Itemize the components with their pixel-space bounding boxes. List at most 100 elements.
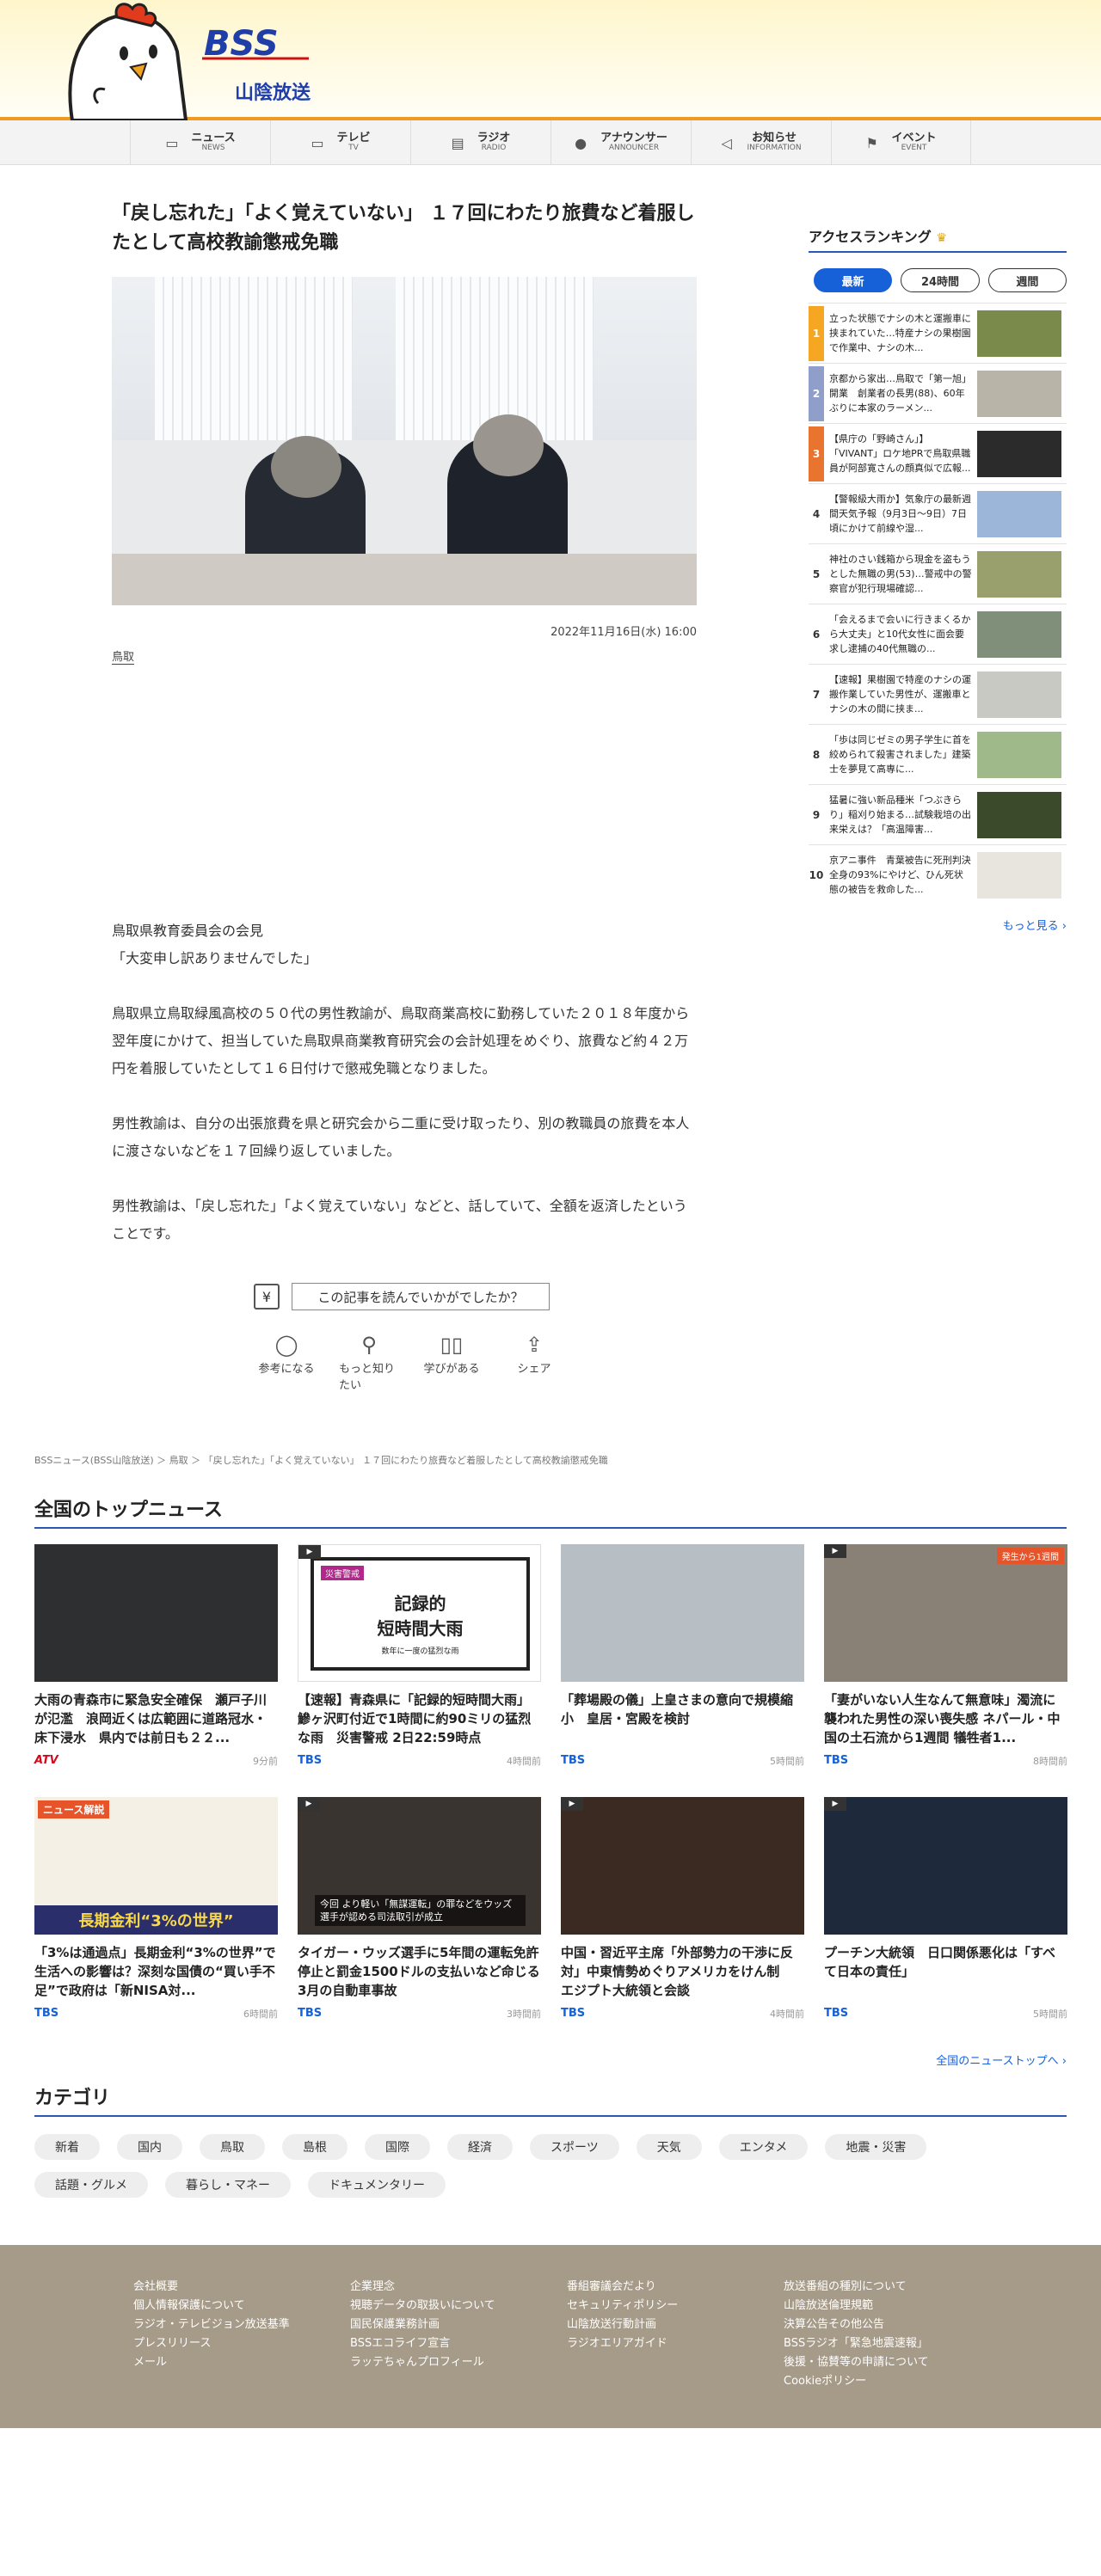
footer-link[interactable]: Cookieポリシー <box>784 2374 1000 2389</box>
ranking-tab-2[interactable]: 週間 <box>987 268 1067 292</box>
footer-link[interactable]: 番組審議会だより <box>567 2279 784 2295</box>
ranking-headline: 猛暑に強い新品種米「つぶきらり」稲刈り始まる…試験栽培の出来栄えは？「高温障害.… <box>829 794 971 835</box>
feedback-button-1[interactable]: ⚲ もっと知りたい <box>339 1330 399 1392</box>
category-chip[interactable]: 経済 <box>447 2134 513 2160</box>
news-card[interactable]: 今回 より軽い「無謀運転」の罪などをウッズ選手が認める司法取引が成立 ▶ タイガー・… <box>298 1797 541 2031</box>
category-chip[interactable]: エンタメ <box>718 2134 809 2160</box>
ranking-more-link[interactable]: もっと見る › <box>809 917 1067 933</box>
footer-link[interactable]: 会社概要 <box>133 2279 350 2295</box>
nav-item-announcer[interactable]: ● アナウンサー ANNOUNCER <box>550 120 691 165</box>
bss-logo-mark: BSS <box>202 24 309 60</box>
news-time: 5時間前 <box>1033 2009 1067 2020</box>
news-card[interactable]: 発生から1週間 ▶ 「妻がいない人生なんて無意味」濁流に襲われた男性の深い喪失感 ネ… <box>824 1544 1067 1778</box>
top-news-link[interactable]: 全国のニューストップへ › <box>34 2052 1067 2068</box>
news-card[interactable]: 「葬場殿の儀」上皇さまの意向で規模縮小 皇居・宮殿を検討 TBS 5時間前 <box>561 1544 804 1778</box>
footer-link[interactable]: セキュリティポリシー <box>567 2298 784 2314</box>
image-caption: 今回 より軽い「無謀運転」の罪などをウッズ選手が認める司法取引が成立 <box>315 1895 526 1926</box>
footer-link[interactable]: ラッテちゃんプロフィール <box>350 2355 567 2371</box>
ranking-thumbnail <box>977 671 1061 718</box>
footer-link[interactable]: 山陰放送行動計画 <box>567 2317 784 2333</box>
category-chip[interactable]: 国内 <box>117 2134 182 2160</box>
ranking-item[interactable]: 5 神社のさい銭箱から現金を盗もうとした無職の男(53)…警戒中の警察官が犯行現場… <box>809 543 1067 604</box>
nav-label: テレビ TV <box>336 132 370 152</box>
ranking-item[interactable]: 2 京都から家出…鳥取で「第一旭」開業 創業者の長男(88)、60年ぶりに本家のラ… <box>809 363 1067 423</box>
news-time: 4時間前 <box>507 1756 541 1767</box>
news-thumbnail: ▶ <box>561 1797 804 1935</box>
footer-link[interactable]: プレスリリース <box>133 2336 350 2352</box>
footer-column: 番組審議会だより セキュリティポリシー 山陰放送行動計画 ラジオエリアガイド <box>567 2279 784 2389</box>
footer-link[interactable]: 決算公告その他公告 <box>784 2317 1000 2333</box>
ranking-item[interactable]: 8 「歩は同じゼミの男子学生に首を絞められて殺害されました」建築士を夢見て高専に.… <box>809 724 1067 784</box>
nav-item-tv[interactable]: ▭ テレビ TV <box>270 120 410 165</box>
ranking-item[interactable]: 7 【速報】果樹園で特産のナシの運搬作業していた男性が、運搬車とナシの木の間に挟ま… <box>809 664 1067 724</box>
feedback-button-0[interactable]: ◯ 参考になる <box>256 1330 317 1392</box>
nav-item-radio[interactable]: ▤ ラジオ RADIO <box>410 120 550 165</box>
news-time: 4時間前 <box>770 2009 804 2020</box>
category-chip[interactable]: 鳥取 <box>200 2134 265 2160</box>
site-logo[interactable]: BSS 山陰放送 <box>50 0 334 120</box>
nav-label-ja: アナウンサー <box>600 132 667 145</box>
station-name: 山陰放送 <box>235 83 311 104</box>
news-title: 【速報】青森県に「記録的短時間大雨」 鰺ヶ沢町付近で1時間に約90ミリの猛烈な雨… <box>298 1692 537 1745</box>
ranking-headline: 「会えるまで会いに行きまくるから大丈夫」と10代女性に面会要求し逮捕の40代無職… <box>829 613 971 654</box>
ranking-tab-0[interactable]: 最新 <box>814 268 893 292</box>
category-chip[interactable]: 話題・グルメ <box>34 2172 148 2198</box>
category-chip[interactable]: 暮らし・マネー <box>165 2172 291 2198</box>
category-chip[interactable]: 国際 <box>365 2134 430 2160</box>
footer-link[interactable]: BSSラジオ「緊急地震速報」 <box>784 2336 1000 2352</box>
video-play-icon: ▶ <box>298 1545 321 1559</box>
ranking-item[interactable]: 1 立った状態でナシの木と運搬車に挟まれていた…特産ナシの果樹園で作業中、ナシの木… <box>809 303 1067 363</box>
category-chip[interactable]: スポーツ <box>530 2134 619 2160</box>
ranking-thumbnail <box>977 490 1061 537</box>
nav-item-information[interactable]: ◁ お知らせ INFORMATION <box>691 120 831 165</box>
access-ranking: アクセスランキング ♛ 最新 24時間 週間 1 立った状態でナシの木と運搬車に挟まれ… <box>809 225 1067 933</box>
category-chip[interactable]: 新着 <box>34 2134 100 2160</box>
footer-link[interactable]: メール <box>133 2355 350 2371</box>
footer-link[interactable]: 山陰放送倫理規範 <box>784 2298 1000 2314</box>
footer-link[interactable]: 後援・協賛等の申請について <box>784 2355 1000 2371</box>
breadcrumb[interactable]: BSSニュース(BSS山陰放送) ＞ 鳥取 ＞ 「戻し忘れた」「よく覚えていない… <box>34 1453 1067 1467</box>
news-card[interactable]: 大雨の青森市に緊急安全確保 瀬戸子川が氾濫 浪岡近くは広範囲に道路冠水・床下浸水… <box>34 1544 278 1778</box>
feedback-button-3[interactable]: ⇪ シェア <box>504 1330 564 1392</box>
article-photo <box>112 277 697 605</box>
feedback-question: この記事を読んでいかがでしたか？ <box>292 1283 550 1310</box>
footer-link[interactable]: 個人情報保護について <box>133 2298 350 2314</box>
footer-link[interactable]: 企業理念 <box>350 2279 567 2295</box>
footer-link[interactable]: 視聴データの取扱いについて <box>350 2298 567 2314</box>
category-chip[interactable]: ドキュメンタリー <box>308 2172 446 2198</box>
category-chip[interactable]: 天気 <box>636 2134 702 2160</box>
news-card[interactable]: ▶ 中国・習近平主席「外部勢力の干渉に反対」中東情勢めぐりアメリカをけん制 エジプ… <box>561 1797 804 2031</box>
footer-link[interactable]: 放送番組の種別について <box>784 2279 1000 2295</box>
footer-link[interactable]: BSSエコライフ宣言 <box>350 2336 567 2352</box>
news-card[interactable]: ▶ プーチン大統領 日口関係悪化は「すべて日本の責任」 TBS 5時間前 <box>824 1797 1067 2031</box>
nav-item-event[interactable]: ⚑ イベント EVENT <box>831 120 971 165</box>
ranking-item[interactable]: 6 「会えるまで会いに行きまくるから大丈夫」と10代女性に面会要求し逮捕の40代無… <box>809 604 1067 664</box>
nav-item-news[interactable]: ▭ ニュース NEWS <box>130 120 270 165</box>
footer-link[interactable]: 国民保護業務計画 <box>350 2317 567 2333</box>
image-title: 短時間大雨 <box>377 1618 464 1639</box>
feedback-button-2[interactable]: ▯▯ 学びがある <box>421 1330 482 1392</box>
image-title: 記録的 <box>394 1593 446 1614</box>
mascot-chicken-icon <box>68 3 188 120</box>
news-card[interactable]: ニュース解説 長期金利“3%の世界” 「3%は通過点」長期金利“3%の世界”で生活へ… <box>34 1797 278 2031</box>
news-card[interactable]: 災害警戒 記録的 短時間大雨 数年に一度の猛烈な雨 ▶ 【速報】青森県に「記録的短時間大雨… <box>298 1544 541 1778</box>
ranking-item[interactable]: 9 猛暑に強い新品種米「つぶきらり」稲刈り始まる…試験栽培の出来栄えは？「高温障害… <box>809 784 1067 844</box>
footer-link[interactable]: ラジオ・テレビジョン放送基準 <box>133 2317 350 2333</box>
news-source: TBS <box>298 1754 323 1767</box>
news-meta: TBS 4時間前 <box>561 2007 804 2021</box>
nav-label-ja: ニュース <box>191 132 236 145</box>
ranking-item[interactable]: 4 【警報級大雨か】気象庁の最新週間天気予報（9月3日～9日）7日頃にかけて前線や… <box>809 483 1067 543</box>
lightbulb-icon: ◯ <box>274 1333 298 1357</box>
ranking-number: 6 <box>812 628 821 641</box>
ranking-item[interactable]: 10 京アニ事件 青葉被告に死刑判決 全身の93%にやけど、ひん死状態の被告を救命… <box>809 844 1067 905</box>
category-chip[interactable]: 地震・災害 <box>825 2134 927 2160</box>
ranking-item[interactable]: 3 【県庁の「野崎さん」】「VIVANT」ロケ地PRで鳥取県職員が阿部寛さんの顔真… <box>809 423 1067 483</box>
article-title: 「戻し忘れた」「よく覚えていない」 １７回にわたり旅費など着服したとして高校教諭… <box>112 203 695 254</box>
category-chip[interactable]: 島根 <box>282 2134 348 2160</box>
ranking-tab-1[interactable]: 24時間 <box>901 268 980 292</box>
footer-link[interactable]: ラジオエリアガイド <box>567 2336 784 2352</box>
article-tag-link[interactable]: 鳥取 <box>112 647 135 665</box>
ranking-thumbnail <box>977 370 1061 417</box>
flag-icon: ⚑ <box>865 135 878 151</box>
ranking-headline: 京アニ事件 青葉被告に死刑判決 全身の93%にやけど、ひん死状態の被告を救命した… <box>829 854 977 895</box>
